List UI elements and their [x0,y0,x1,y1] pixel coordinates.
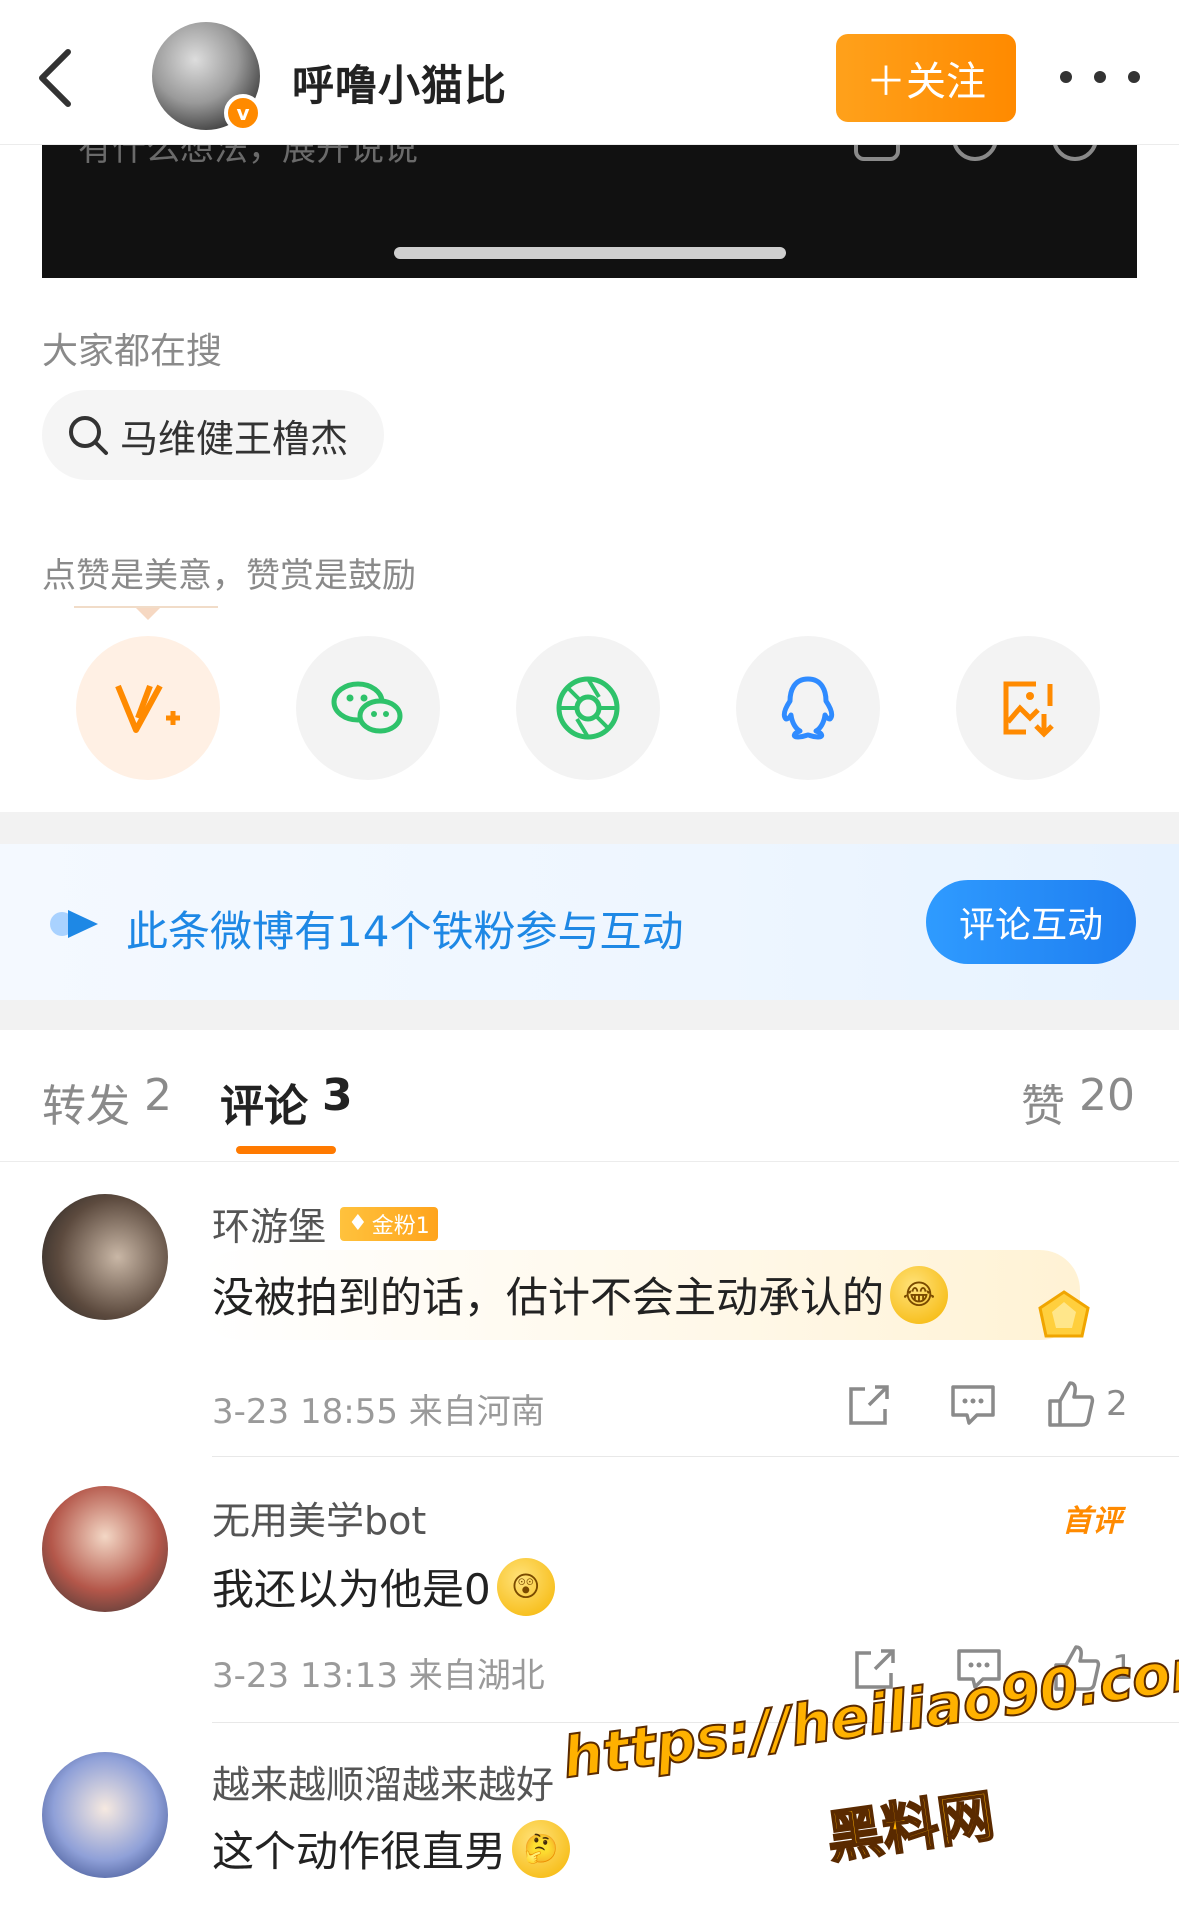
reply-button[interactable] [946,1380,1000,1430]
share-save-image[interactable] [956,636,1100,780]
watermark-name: 黑料网 [822,1783,999,1873]
comment-icon [951,1385,995,1425]
video-overlay-hint: 有什么想法，展开说说 [78,145,418,169]
save-image-icon [1003,681,1054,738]
tab-repost[interactable]: 转发 2 [42,1070,172,1134]
section-divider [0,1000,1179,1030]
follow-button[interactable]: ＋关注 [836,34,1016,122]
share-wechat[interactable] [296,636,440,780]
like-button[interactable]: 2 [1046,1376,1128,1432]
fans-banner-text: 此条微博有14个铁粉参与互动 [126,907,684,956]
hot-search-query: 马维健王橹杰 [120,416,349,461]
home-indicator-bar [394,247,786,259]
more-button[interactable] [1060,52,1140,102]
section-divider [0,812,1179,844]
tab-repost-label: 转发 [42,1081,130,1132]
share-comment-button[interactable] [844,1380,894,1430]
comment-author[interactable]: 无用美学bot [212,1490,426,1545]
tab-repost-count: 2 [144,1070,172,1121]
comment-author[interactable]: 越来越顺溜越来越好 [212,1754,554,1809]
image-icon [854,145,900,161]
qq-icon [781,676,835,740]
weibo-reward-icon [115,684,180,733]
tab-comment-count: 3 [322,1070,353,1121]
moments-icon [556,676,620,740]
comment-divider [212,1456,1179,1457]
tab-like-label: 赞 [1021,1081,1065,1132]
comment-author-name: 越来越顺溜越来越好 [212,1763,555,1807]
share-weibo-reward[interactable] [76,636,220,780]
wechat-icon [331,681,403,734]
chevron-left-icon [39,49,71,107]
video-player[interactable]: 有什么想法，展开说说 [42,145,1137,278]
commenter-avatar[interactable] [42,1486,168,1612]
comment-text: 这个动作很直男 🤔 [212,1818,571,1879]
share-icon [849,1385,889,1425]
comment-body: 这个动作很直男 [212,1827,507,1876]
hot-search-chip[interactable]: 马维健王橹杰 [42,390,385,480]
like-count: 2 [1106,1384,1128,1424]
commenter-avatar[interactable] [42,1194,168,1320]
reward-label: 点赞是美意，赞赏是鼓励 [42,556,416,596]
search-icon [69,416,108,455]
share-moments[interactable] [516,636,660,780]
more-dots-icon [1060,71,1072,83]
top-bar: v 呼噜小猫比 ＋关注 [0,0,1179,145]
active-tab-indicator [236,1146,336,1154]
gold-badge-icon [1038,1290,1090,1338]
laugh-cry-emoji: 😂 [890,1265,949,1324]
comment-meta: 3-23 18:55 来自河南 [212,1392,545,1432]
comment-text: 我还以为他是0 😲 [212,1556,555,1617]
comment-interact-button[interactable]: 评论互动 [926,880,1136,964]
tab-comment-label: 评论 [220,1081,308,1132]
tab-like[interactable]: 赞 20 [1021,1070,1135,1134]
fan-badge: ♦ 金粉1 [340,1206,438,1241]
reward-pointer [136,608,160,620]
emoji-icon [1052,145,1098,161]
comment-meta: 3-23 13:13 来自湖北 [212,1656,545,1696]
fans-interaction-banner: 此条微博有14个铁粉参与互动 评论互动 [0,844,1179,1000]
first-comment-tag: 首评 [1062,1504,1122,1539]
crown-icon: ♦ [348,1211,368,1236]
verified-badge: v [224,94,262,132]
surprised-emoji: 😲 [496,1557,555,1616]
fans-play-icon [50,910,98,938]
author-name[interactable]: 呼噜小猫比 [292,52,507,113]
thumbs-up-icon [1048,1381,1095,1427]
commenter-avatar[interactable] [42,1752,168,1878]
comment-body: 我还以为他是0 [212,1565,491,1614]
share-qq[interactable] [736,636,880,780]
hot-search-label: 大家都在搜 [42,331,223,372]
comment-author-name: 无用美学bot [212,1499,427,1543]
tab-comment[interactable]: 评论 3 [220,1070,353,1134]
comment-body: 没被拍到的话，估计不会主动承认的 [212,1273,885,1322]
mention-icon [952,145,998,161]
comment-text: 没被拍到的话，估计不会主动承认的 😂 [212,1264,949,1325]
comment-author-name: 环游堡 [212,1205,327,1249]
back-button[interactable] [26,40,86,116]
comment-author[interactable]: 环游堡 ♦ 金粉1 [212,1196,438,1251]
feedback-tabs: 转发 2 评论 3 赞 20 [0,1030,1179,1162]
thinking-emoji: 🤔 [512,1819,571,1878]
tab-like-count: 20 [1079,1070,1135,1121]
